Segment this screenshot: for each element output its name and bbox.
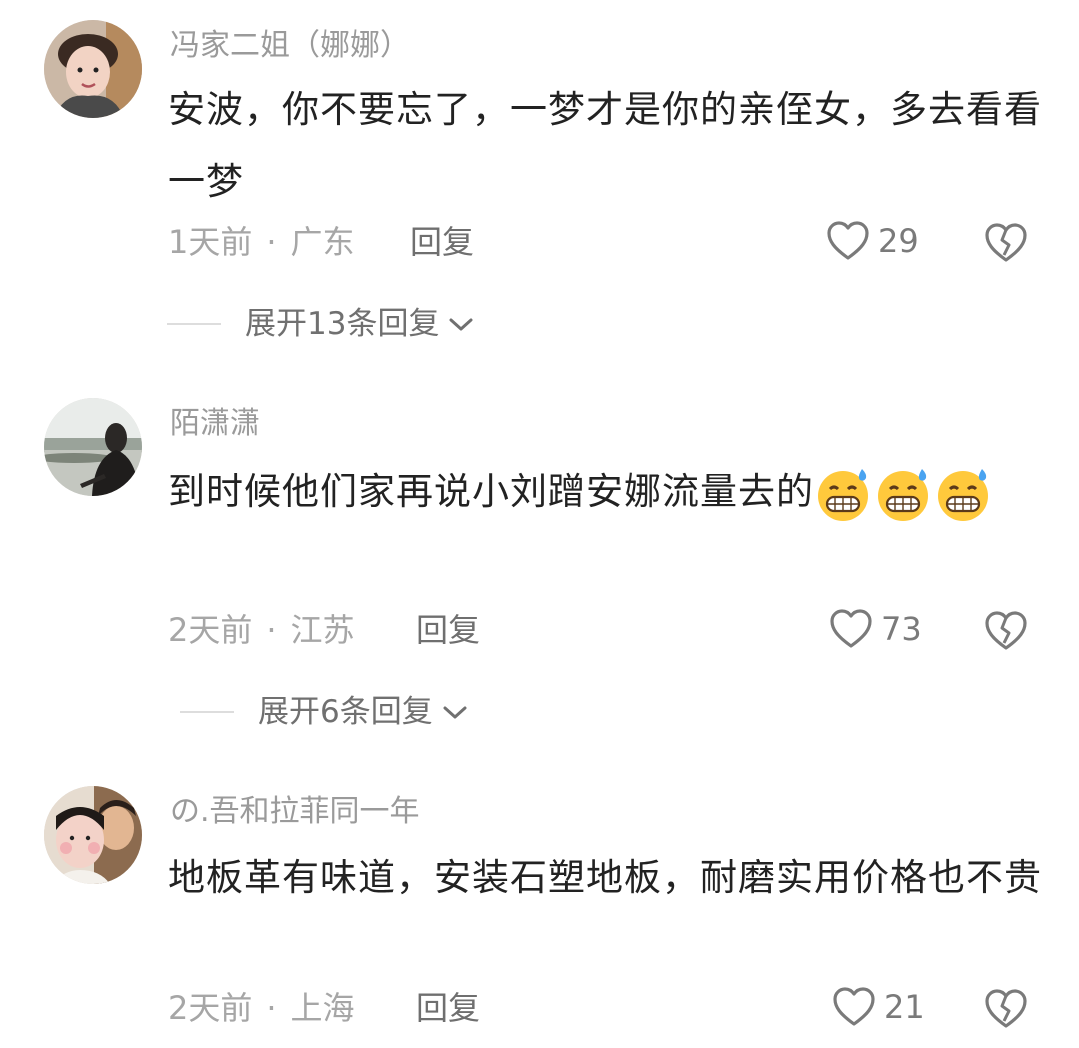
comment-location: 江苏: [290, 611, 355, 649]
like-button[interactable]: 29: [826, 220, 919, 262]
comment-text: 安波，你不要忘了，一梦才是你的亲侄女，多去看看一梦: [168, 88, 1042, 203]
comment-text: 地板革有味道，安装石塑地板，耐磨实用价格也不贵: [168, 856, 1042, 899]
reply-button[interactable]: 回复: [410, 222, 474, 262]
two-people-avatar-icon: [44, 786, 142, 884]
like-count: 21: [884, 988, 925, 1026]
username[interactable]: 冯家二姐（娜娜）: [170, 28, 410, 64]
dislike-button[interactable]: [984, 610, 1028, 656]
reply-button[interactable]: 回复: [416, 610, 480, 650]
woman-portrait-avatar-icon: [44, 20, 142, 118]
divider: [180, 711, 234, 713]
avatar[interactable]: [44, 398, 142, 496]
like-count: 73: [881, 610, 922, 648]
silhouette-lake-avatar-icon: [44, 398, 142, 496]
chevron-down-icon: [443, 706, 467, 719]
username[interactable]: 陌潇潇: [170, 406, 260, 442]
comment-text: 到时候他们家再说小刘蹭安娜流量去的: [168, 456, 1048, 528]
comment-meta: 2天前 · 上海: [168, 989, 355, 1027]
like-button[interactable]: 21: [832, 986, 925, 1028]
comment-text-content: 到时候他们家再说小刘蹭安娜流量去的: [168, 470, 814, 513]
like-count: 29: [878, 222, 919, 260]
broken-heart-icon: [985, 989, 1027, 1028]
broken-heart-icon: [985, 611, 1027, 650]
expand-replies-label: 展开13条回复: [245, 306, 440, 342]
heart-icon: [827, 221, 869, 260]
avatar[interactable]: [44, 20, 142, 118]
expand-replies-label: 展开6条回复: [258, 694, 433, 730]
dislike-button[interactable]: [984, 988, 1028, 1034]
comment-location: 上海: [290, 989, 355, 1027]
divider: [167, 323, 221, 325]
expand-replies-button[interactable]: 展开13条回复: [167, 304, 475, 344]
username[interactable]: の.吾和拉菲同一年: [170, 794, 420, 830]
comment-meta: 1天前 · 广东: [168, 223, 355, 261]
chevron-down-icon: [449, 318, 473, 331]
comment-meta: 2天前 · 江苏: [168, 611, 355, 649]
reply-button[interactable]: 回复: [416, 988, 480, 1028]
expand-replies-button[interactable]: 展开6条回复: [180, 692, 469, 732]
comment-time: 2天前: [168, 989, 253, 1027]
broken-heart-icon: [985, 223, 1027, 262]
heart-icon: [833, 987, 875, 1026]
comment-time: 2天前: [168, 611, 253, 649]
avatar[interactable]: [44, 786, 142, 884]
dislike-button[interactable]: [984, 222, 1028, 268]
grimace-sweat-emoji-icon: [934, 465, 992, 523]
grimace-sweat-emoji-icon: [814, 465, 872, 523]
heart-icon: [830, 609, 872, 648]
comment-location: 广东: [290, 223, 355, 261]
like-button[interactable]: 73: [829, 608, 922, 650]
comment-time: 1天前: [168, 223, 253, 261]
grimace-sweat-emoji-icon: [874, 465, 932, 523]
